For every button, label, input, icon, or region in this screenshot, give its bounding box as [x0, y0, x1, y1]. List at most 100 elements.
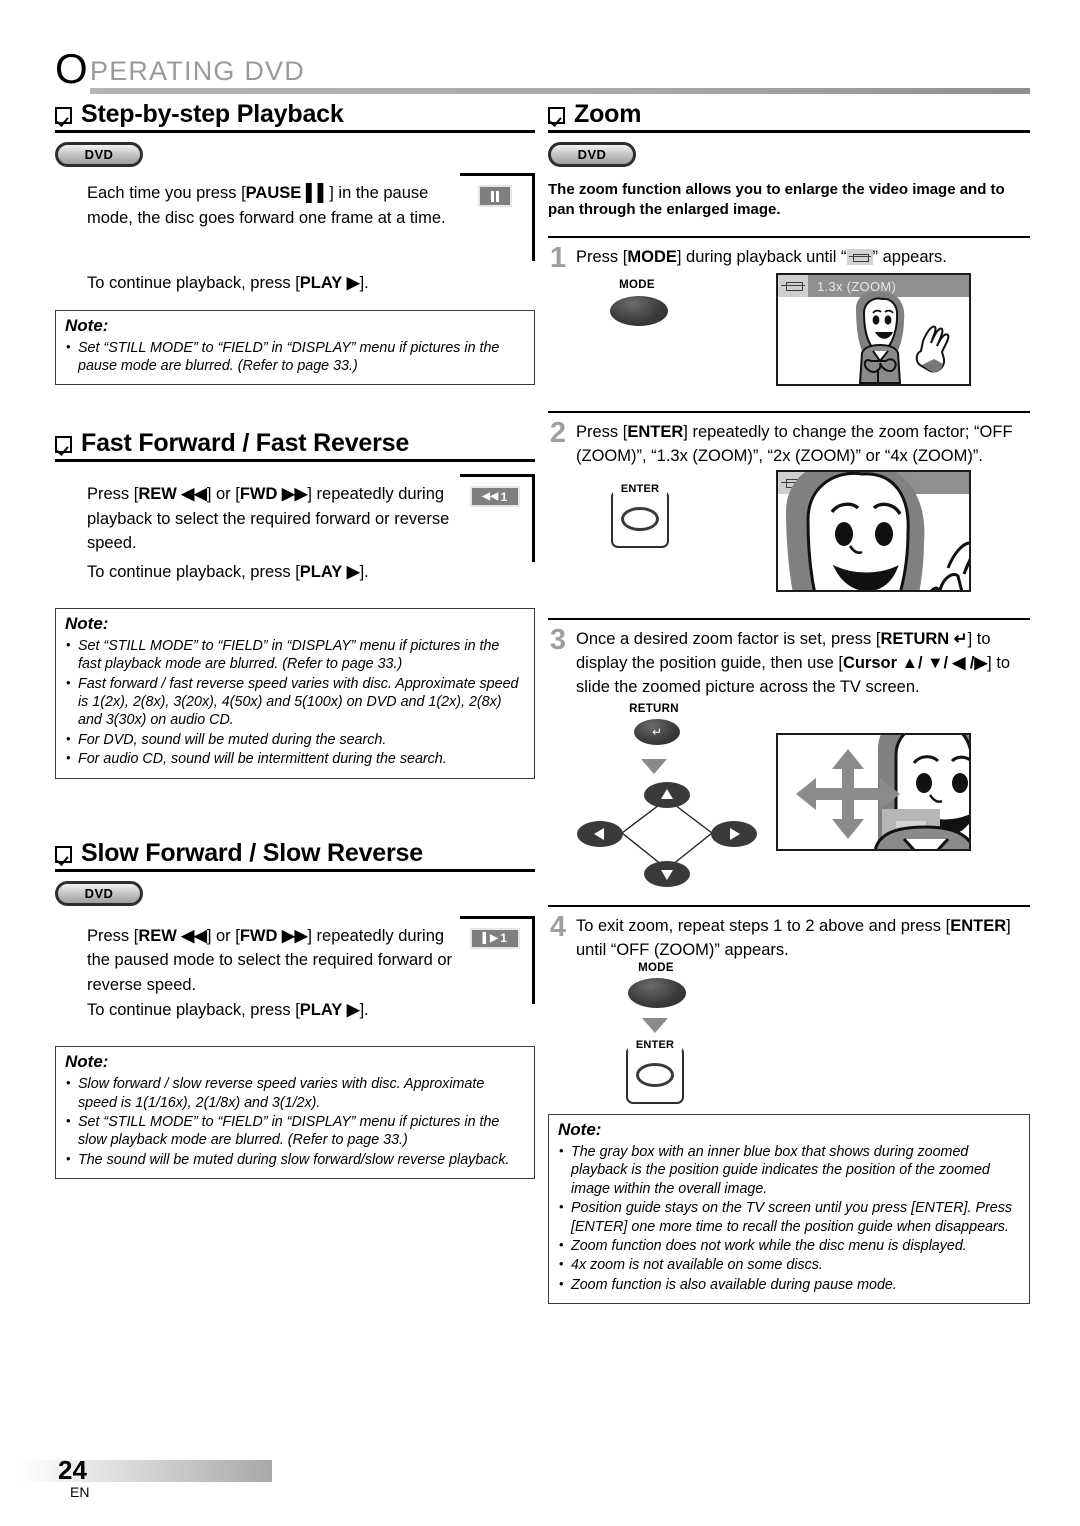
tv-screen-step-2: 4x (ZOOM): [776, 470, 971, 592]
zoom-intro-text: The zoom function allows you to enlarge …: [548, 181, 1005, 218]
tv-illustration-girl: [856, 291, 950, 384]
left-column: Step-by-step Playback DVD Each time you …: [55, 100, 535, 1180]
bracket-top: [460, 173, 535, 176]
note-list: Set “STILL MODE” to “FIELD” in “DISPLAY”…: [65, 636, 525, 769]
return-glyph-icon: ↵: [949, 630, 968, 648]
enter-button-icon[interactable]: ENTER: [626, 1039, 684, 1104]
rew-glyph-icon: ◀◀: [176, 926, 207, 945]
note-item: Fast forward / fast reverse speed varies…: [65, 674, 525, 730]
section-title-text: Fast Forward / Fast Reverse: [81, 429, 410, 458]
checkbox-icon: [55, 107, 72, 124]
page-number: 24: [58, 1455, 87, 1485]
paragraph-slow-forward: Press [REW ◀◀] or [FWD ▶▶] repeatedly du…: [87, 926, 453, 994]
note-box-fast-forward: Note: Set “STILL MODE” to “FIELD” in “DI…: [55, 607, 535, 779]
bracket-side: [532, 474, 535, 563]
return-button-icon[interactable]: ↵: [634, 719, 680, 745]
note-item: Set “STILL MODE” to “FIELD” in “DISPLAY”…: [65, 338, 525, 376]
media-badge-dvd: DVD: [548, 142, 636, 167]
arrow-down-icon: [641, 759, 667, 774]
tv-screen-step-1: 1.3x (ZOOM): [776, 273, 971, 386]
note-item: For DVD, sound will be muted during the …: [65, 730, 525, 749]
fwd-glyph-icon: ▶▶: [277, 485, 308, 504]
return-button-label: RETURN: [629, 703, 679, 715]
callout-fast-reverse: ◀◀ 1: [460, 474, 535, 563]
header-rule: [90, 88, 1030, 94]
mode-button-group[interactable]: MODE: [606, 279, 668, 326]
note-item: The sound will be muted during slow forw…: [65, 1150, 525, 1169]
tv-illustration-position-guide: [796, 735, 969, 849]
note-item: 4x zoom is not available on some discs.: [558, 1255, 1020, 1274]
chapter-title: PERATING DVD: [90, 56, 305, 86]
osd-badge-fast-reverse: ◀◀ 1: [470, 486, 520, 508]
step-text: Press [MODE] during playback until “” ap…: [576, 248, 947, 266]
step-number: 3: [549, 624, 567, 656]
section-title-text: Zoom: [574, 100, 642, 128]
checkbox-icon: [55, 436, 72, 454]
osd-badge-slow-forward: ▌▶ 1: [470, 927, 520, 949]
return-button-group[interactable]: RETURN ↵: [628, 703, 680, 745]
paragraph-step-playback: Each time you press [PAUSE ▌▌] in the pa…: [87, 184, 446, 227]
rew-glyph-icon: ◀◀: [176, 485, 207, 504]
media-badge-dvd: DVD: [55, 142, 143, 167]
step-divider: [548, 905, 1030, 907]
section-title-text: Slow Forward / Slow Reverse: [81, 838, 423, 867]
note-title: Note:: [65, 1052, 109, 1072]
step-4: 4 To exit zoom, repeat steps 1 to 2 abov…: [548, 913, 1030, 962]
cursor-pad[interactable]: [560, 777, 780, 897]
pause-bar-icon: [496, 190, 499, 202]
chapter-initial-icon: O: [55, 45, 88, 92]
enter-button-icon[interactable]: ENTER: [611, 483, 669, 548]
note-list: The gray box with an inner blue box that…: [558, 1142, 1020, 1294]
section-heading-fast-forward-fast-reverse: Fast Forward / Fast Reverse: [55, 429, 535, 463]
section-heading-step-by-step-playback: Step-by-step Playback: [55, 100, 535, 133]
bracket-side: [532, 915, 535, 1004]
tv-illustration-girl-zoomed: [786, 472, 969, 590]
note-list: Slow forward / slow reverse speed varies…: [65, 1074, 525, 1169]
mode-button-group[interactable]: MODE: [626, 962, 686, 1008]
enter-button-label: ENTER: [628, 1039, 682, 1051]
note-item: Zoom function is also available during p…: [558, 1275, 1020, 1294]
mode-button-icon[interactable]: [610, 296, 668, 326]
paragraph-fast-forward: Press [REW ◀◀] or [FWD ▶▶] repeatedly du…: [87, 485, 450, 553]
step-divider: [548, 618, 1030, 620]
step-text: Press [ENTER] repeatedly to change the z…: [576, 423, 1013, 465]
step-2-illustration: ENTER 4x (ZOOM): [548, 470, 1030, 602]
section-heading-slow-forward-slow-reverse: Slow Forward / Slow Reverse: [55, 839, 535, 872]
mode-button-icon[interactable]: [628, 978, 686, 1008]
note-item: Position guide stays on the TV screen un…: [558, 1198, 1020, 1236]
bracket-side: [532, 173, 535, 261]
note-box-step-playback: Note: Set “STILL MODE” to “FIELD” in “DI…: [55, 309, 535, 386]
note-title: Note:: [65, 613, 109, 633]
step-1-illustration: MODE 1.3x (ZOOM): [548, 273, 1030, 395]
rew-glyph-icon: ◀◀: [482, 491, 499, 503]
mode-button-label: MODE: [638, 962, 674, 974]
note-item: Zoom function does not work while the di…: [558, 1236, 1020, 1255]
zoom-osd-icon: [846, 249, 873, 265]
cursor-down-button[interactable]: [644, 861, 690, 887]
osd-badge-pause: [478, 185, 512, 207]
note-item: The gray box with an inner blue box that…: [558, 1142, 1020, 1198]
media-badge-dvd: DVD: [55, 880, 143, 906]
section-heading-zoom: Zoom: [548, 100, 1030, 133]
enter-button-group[interactable]: ENTER: [626, 1039, 684, 1104]
step-text: To exit zoom, repeat steps 1 to 2 above …: [576, 917, 1011, 959]
enter-key-ring-icon: [636, 1063, 674, 1087]
cursor-up-button[interactable]: [644, 782, 690, 808]
slow-glyph-icon: ▌▶: [482, 932, 499, 944]
step-2: 2 Press [ENTER] repeatedly to change the…: [548, 417, 1030, 468]
callout-pause: [460, 173, 535, 261]
checkbox-icon: [548, 107, 565, 124]
cursor-right-button[interactable]: [711, 821, 757, 847]
note-item: Set “STILL MODE” to “FIELD” in “DISPLAY”…: [65, 1112, 525, 1150]
step-divider: [548, 411, 1030, 413]
step-divider: [548, 236, 1030, 238]
section-title-text: Step-by-step Playback: [81, 100, 344, 128]
step-number: 2: [549, 417, 567, 449]
enter-button-label: ENTER: [613, 483, 667, 495]
right-column: Zoom DVD The zoom function allows you to…: [548, 100, 1030, 1305]
cursor-left-button[interactable]: [577, 821, 623, 847]
note-box-zoom: Note: The gray box with an inner blue bo…: [548, 1114, 1030, 1305]
enter-button-group[interactable]: ENTER: [611, 483, 669, 548]
pause-glyph-icon: ▌▌: [301, 184, 330, 202]
note-item: Set “STILL MODE” to “FIELD” in “DISPLAY”…: [65, 636, 525, 674]
